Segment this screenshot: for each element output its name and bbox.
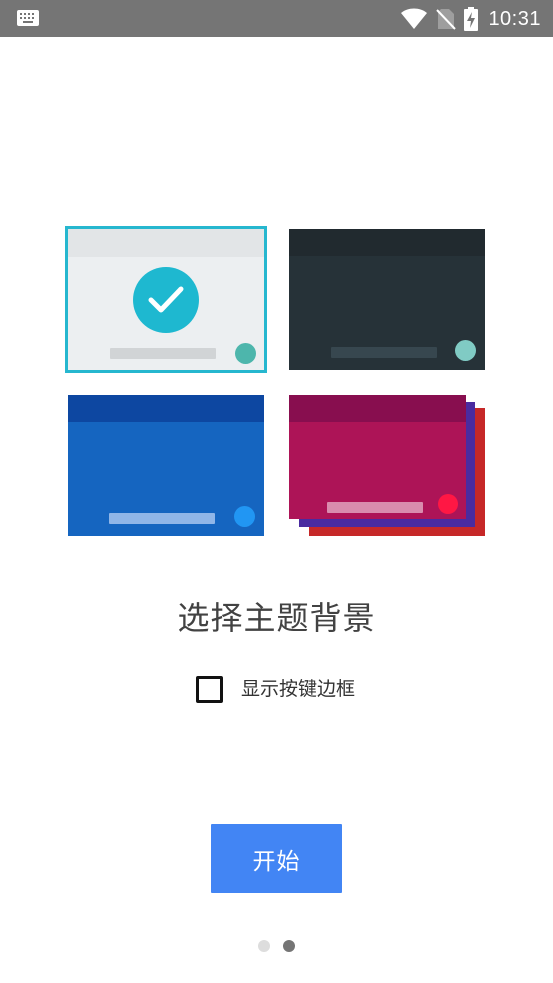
start-button[interactable]: 开始 [211, 824, 342, 893]
page-dot-1 [258, 940, 270, 952]
page-dot-2 [283, 940, 295, 952]
theme-header-bar [289, 229, 485, 256]
theme-accent-dot [455, 340, 476, 361]
keyboard-icon [16, 9, 40, 29]
wifi-icon [400, 8, 428, 30]
theme-preview-bar [110, 348, 216, 359]
page-title: 选择主题背景 [177, 599, 376, 637]
page-indicator [258, 940, 295, 952]
show-key-border-option[interactable]: 显示按键边框 [196, 674, 355, 704]
theme-preview-bar [327, 502, 423, 513]
theme-accent-dot [438, 494, 458, 514]
theme-gradient-option[interactable] [289, 395, 466, 519]
theme-accent-dot [234, 506, 255, 527]
theme-accent-dot [235, 343, 256, 364]
no-sim-icon [436, 8, 457, 30]
theme-preview-bar [109, 513, 215, 524]
theme-blue-option[interactable] [68, 395, 264, 536]
battery-charging-icon [464, 7, 479, 31]
show-key-border-label[interactable]: 显示按键边框 [241, 674, 355, 704]
status-time: 10:31 [488, 8, 541, 30]
theme-light-option[interactable] [65, 226, 267, 373]
show-key-border-checkbox[interactable] [196, 675, 223, 703]
theme-header-bar [289, 395, 466, 422]
setup-screen: 10:31 选择主题背景 显示按键边框 开始 [0, 0, 553, 983]
status-bar: 10:31 [0, 0, 553, 37]
theme-header-bar [68, 395, 264, 422]
status-icons: 10:31 [400, 6, 541, 32]
theme-dark-option[interactable] [289, 229, 485, 370]
theme-preview-bar [331, 347, 437, 358]
theme-header-bar [68, 229, 264, 257]
selected-check-icon [133, 267, 199, 333]
